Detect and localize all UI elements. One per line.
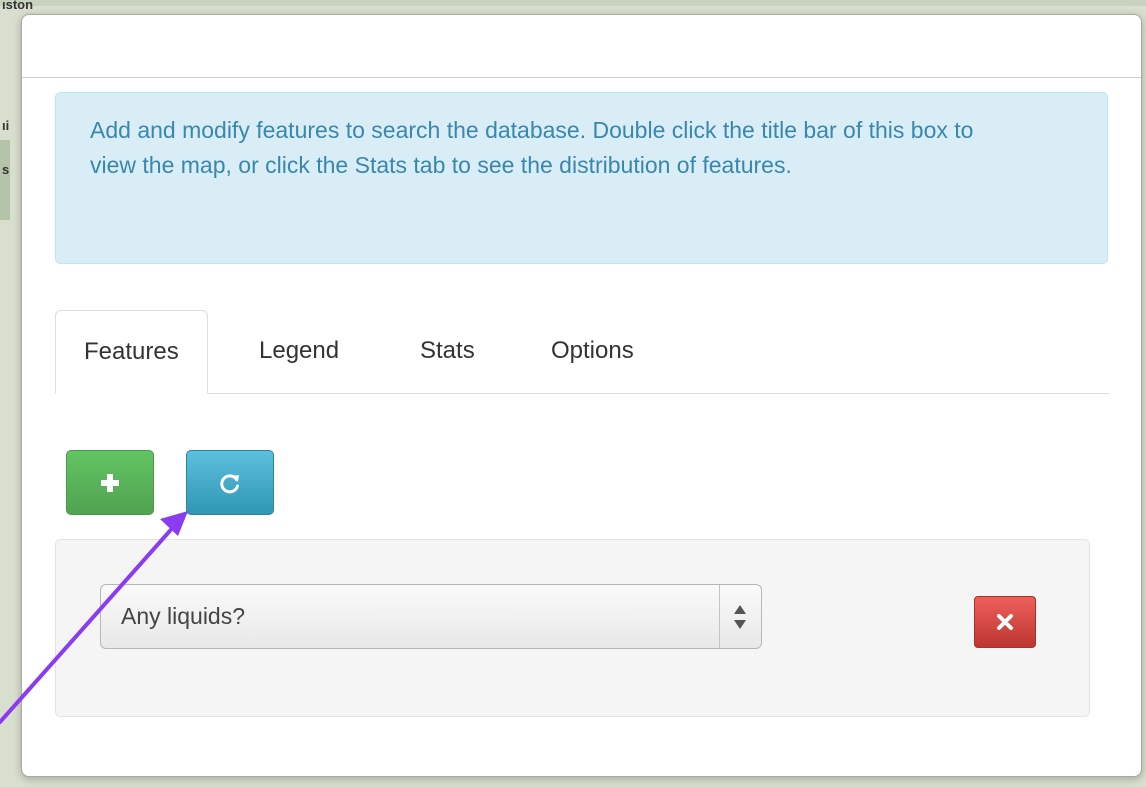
up-down-arrow-icon [734, 605, 746, 629]
tab-stats[interactable]: Stats [420, 310, 475, 393]
tab-options[interactable]: Options [551, 310, 634, 393]
map-label-2: ıi [2, 118, 10, 133]
tab-legend-label: Legend [259, 337, 340, 364]
refresh-icon [220, 473, 239, 493]
dialog-titlebar[interactable] [22, 15, 1141, 78]
map-label-3: s [2, 162, 10, 177]
tab-bar: Features Legend Stats Options [55, 310, 1109, 394]
delete-feature-button[interactable] [974, 596, 1036, 648]
tab-features[interactable]: Features [55, 310, 208, 394]
map-label-1: ıston [2, 0, 34, 12]
add-feature-button[interactable] [66, 450, 154, 515]
tab-features-label: Features [84, 338, 179, 365]
refresh-button[interactable] [186, 450, 274, 515]
times-icon [997, 614, 1013, 630]
tab-legend[interactable]: Legend [259, 310, 339, 393]
tab-options-label: Options [551, 337, 634, 364]
feature-row: Any liquids? [55, 539, 1090, 717]
tab-stats-label: Stats [420, 337, 475, 364]
feature-select-value: Any liquids? [121, 603, 246, 629]
select-divider [719, 585, 720, 648]
info-message: Add and modify features to search the da… [90, 117, 974, 178]
info-alert: Add and modify features to search the da… [55, 92, 1108, 264]
feature-search-dialog: Add and modify features to search the da… [21, 14, 1142, 777]
feature-select[interactable]: Any liquids? [100, 584, 762, 649]
plus-icon [101, 473, 119, 492]
